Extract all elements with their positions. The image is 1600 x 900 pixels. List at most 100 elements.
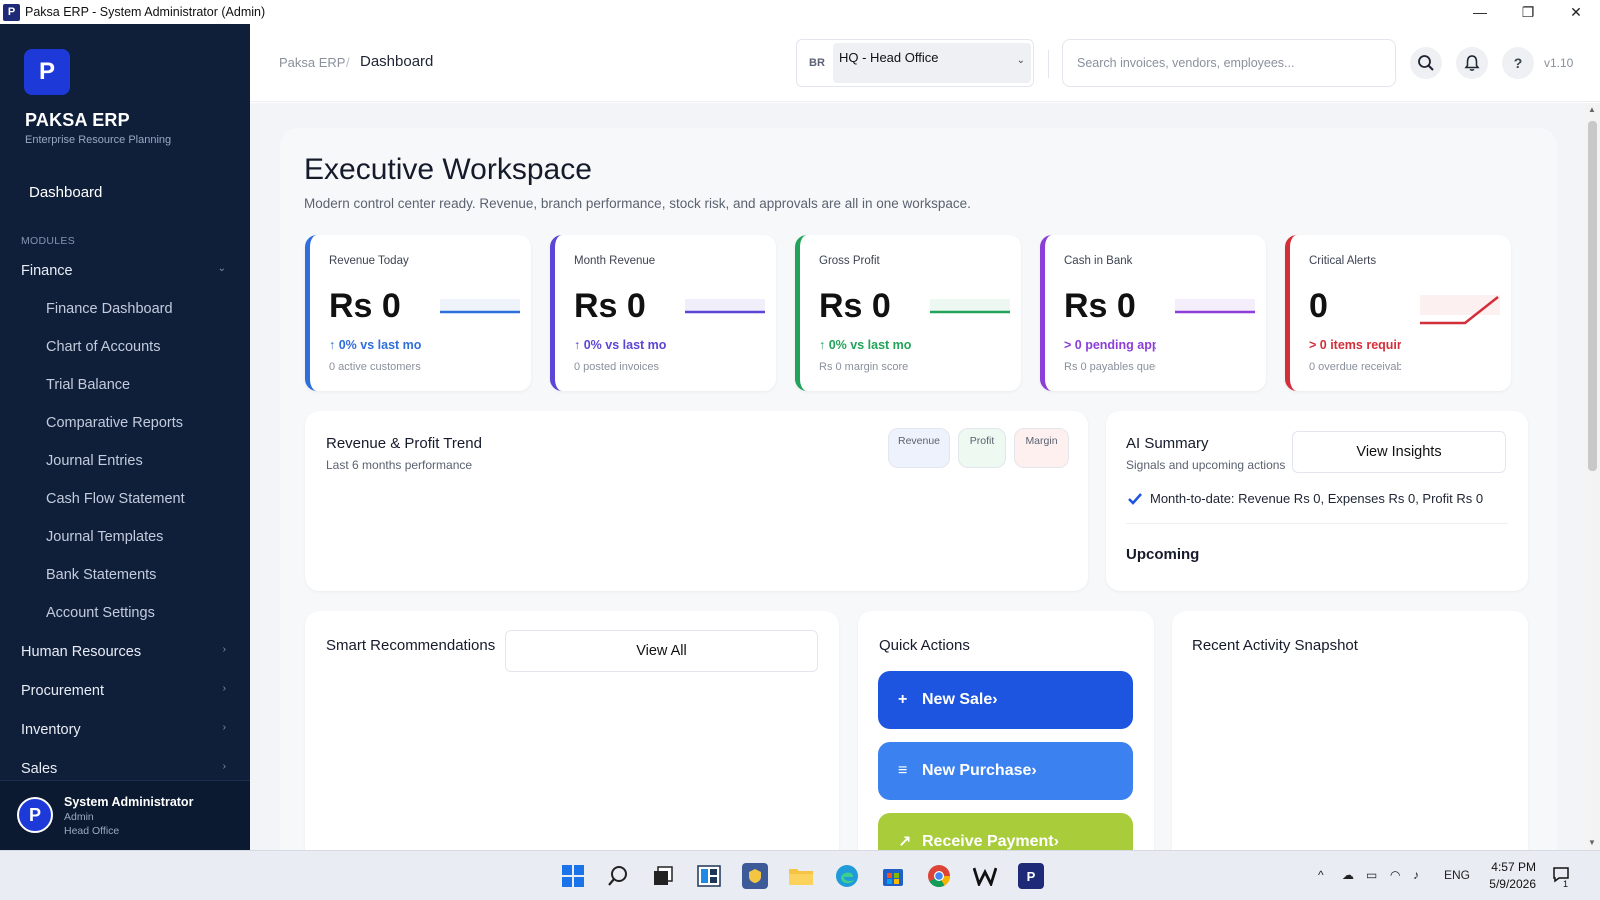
receive-payment-button[interactable]: ↗ Receive Payment› <box>878 813 1133 850</box>
sidebar-item-chart-of-accounts[interactable]: Chart of Accounts <box>46 339 160 355</box>
message-glyph <box>1553 867 1569 883</box>
sidebar-item-journal-entries[interactable]: Journal Entries <box>46 453 143 469</box>
chevron-right-icon: › <box>222 644 226 655</box>
w-glyph <box>973 867 997 886</box>
sidebar-item-dashboard[interactable]: Dashboard <box>29 184 102 201</box>
minimize-button[interactable]: — <box>1456 0 1504 24</box>
notifications-button[interactable] <box>1456 47 1488 79</box>
sidebar-item-trial-balance[interactable]: Trial Balance <box>46 377 130 393</box>
windows-start-icon[interactable] <box>560 863 586 889</box>
kpi-card-gross-profit[interactable]: Gross Profit Rs 0 ↑ 0% vs last month Rs … <box>795 235 1021 391</box>
chrome-browser-icon[interactable] <box>926 863 952 889</box>
kpi-label: Cash in Bank <box>1064 255 1133 267</box>
quick-actions-card: Quick Actions + New Sale› ≡ New Purchase… <box>858 611 1154 850</box>
kpi-value: Rs 0 <box>329 287 401 325</box>
user-profile[interactable]: P System Administrator Admin Head Office <box>0 780 250 850</box>
language-indicator[interactable]: ENG <box>1444 868 1470 882</box>
main-scrollbar[interactable]: ▲ ▼ <box>1585 103 1600 850</box>
sidebar-section-label: Inventory <box>21 722 81 738</box>
clock-time[interactable]: 4:57 PM <box>1488 860 1536 874</box>
help-button[interactable]: ? <box>1502 47 1534 79</box>
legend-revenue[interactable]: Revenue <box>888 428 950 468</box>
chrome-glyph <box>928 865 950 887</box>
paksa-erp-taskbar-icon[interactable]: P <box>1018 863 1044 889</box>
view-insights-button[interactable]: View Insights <box>1292 431 1506 473</box>
tray-chevron-up-icon[interactable]: ^ <box>1318 868 1324 882</box>
sidebar-section-human-resources[interactable]: Human Resources › <box>21 644 226 660</box>
main-content: Executive Workspace Modern control cente… <box>250 103 1585 850</box>
kpi-delta: ↑ 0% vs last month <box>329 338 421 352</box>
view-all-button[interactable]: View All <box>505 630 818 672</box>
kpi-note: 0 overdue receivables <box>1309 361 1401 373</box>
sidebar-item-bank-statements[interactable]: Bank Statements <box>46 567 156 583</box>
legend-profit[interactable]: Profit <box>958 428 1006 468</box>
widgets-icon[interactable] <box>696 863 722 889</box>
kpi-delta: ↑ 0% vs last month <box>574 338 666 352</box>
edge-browser-icon[interactable] <box>834 863 860 889</box>
brand-logo[interactable]: P <box>24 49 70 95</box>
notification-center-icon[interactable] <box>1552 865 1572 888</box>
app-shield-icon[interactable] <box>742 863 768 889</box>
sidebar-item-journal-templates[interactable]: Journal Templates <box>46 529 163 545</box>
os-taskbar: P ^ ☁ ▭ ◠ ♪ ENG 4:57 PM 5/9/2026 1 <box>0 850 1600 900</box>
task-view-glyph <box>654 866 673 885</box>
breadcrumb-separator: / <box>346 55 350 70</box>
search-placeholder: Search invoices, vendors, employees... <box>1077 56 1295 70</box>
clock-date[interactable]: 5/9/2026 <box>1478 877 1536 891</box>
window-controls: — ❐ ✕ <box>1456 0 1600 24</box>
new-sale-button[interactable]: + New Sale› <box>878 671 1133 729</box>
search-button[interactable] <box>1410 47 1442 79</box>
cloud-icon[interactable]: ☁ <box>1342 868 1354 882</box>
sidebar-item-comparative-reports[interactable]: Comparative Reports <box>46 415 183 431</box>
sidebar-section-label: Sales <box>21 761 58 777</box>
notification-count: 1 <box>1563 879 1569 889</box>
battery-icon[interactable]: ▭ <box>1366 868 1377 882</box>
kpi-label: Revenue Today <box>329 255 409 267</box>
sidebar-section-procurement[interactable]: Procurement › <box>21 683 226 699</box>
new-purchase-button[interactable]: ≡ New Purchase› <box>878 742 1133 800</box>
store-icon[interactable] <box>880 863 906 889</box>
kpi-card-revenue-today[interactable]: Revenue Today Rs 0 ↑ 0% vs last month 0 … <box>305 235 531 391</box>
branch-select[interactable]: HQ - Head Office ⌄ <box>833 43 1031 83</box>
recent-activity-title: Recent Activity Snapshot <box>1192 637 1358 654</box>
wps-app-icon[interactable] <box>972 863 998 889</box>
kpi-card-cash-in-bank[interactable]: Cash in Bank Rs 0 > 0 pending approvals … <box>1040 235 1266 391</box>
wifi-icon[interactable]: ◠ <box>1390 868 1400 882</box>
legend-margin[interactable]: Margin <box>1014 428 1069 468</box>
scroll-thumb[interactable] <box>1588 121 1597 471</box>
kpi-delta: ↑ 0% vs last month <box>819 338 911 352</box>
window-titlebar: P Paksa ERP - System Administrator (Admi… <box>0 0 1600 24</box>
scroll-down-icon[interactable]: ▼ <box>1588 838 1596 847</box>
breadcrumb-root[interactable]: Paksa ERP <box>279 55 345 70</box>
user-role: Admin <box>64 811 94 823</box>
sidebar-section-finance[interactable]: Finance ⌄ <box>21 263 226 279</box>
kpi-value: Rs 0 <box>819 287 891 325</box>
sidebar-section-sales[interactable]: Sales › <box>21 761 226 777</box>
sidebar-item-account-settings[interactable]: Account Settings <box>46 605 155 621</box>
widgets-glyph <box>697 865 721 887</box>
taskbar-search-icon[interactable] <box>605 863 631 889</box>
scroll-up-icon[interactable]: ▲ <box>1588 105 1596 114</box>
kpi-card-critical-alerts[interactable]: Critical Alerts 0 > 0 items require acti… <box>1285 235 1511 391</box>
user-name: System Administrator <box>64 795 194 809</box>
chevron-down-icon: ⌄ <box>217 263 226 274</box>
page-subtitle: Modern control center ready. Revenue, br… <box>304 196 971 211</box>
sidebar-section-inventory[interactable]: Inventory › <box>21 722 226 738</box>
modules-heading: MODULES <box>21 235 76 247</box>
kpi-note: Rs 0 margin score <box>819 361 909 373</box>
task-view-icon[interactable] <box>650 863 676 889</box>
close-button[interactable]: ✕ <box>1552 0 1600 24</box>
kpi-value: Rs 0 <box>574 287 646 325</box>
app-icon: P <box>3 3 20 21</box>
kpi-card-month-revenue[interactable]: Month Revenue Rs 0 ↑ 0% vs last month 0 … <box>550 235 776 391</box>
sidebar-item-finance-dashboard[interactable]: Finance Dashboard <box>46 301 173 317</box>
search-input[interactable]: Search invoices, vendors, employees... <box>1062 39 1396 87</box>
page-title: Executive Workspace <box>304 153 592 186</box>
maximize-button[interactable]: ❐ <box>1504 0 1552 24</box>
brand-tagline: Enterprise Resource Planning <box>25 134 172 146</box>
sidebar-item-cash-flow-statement[interactable]: Cash Flow Statement <box>46 491 185 507</box>
windows-logo <box>562 865 584 887</box>
file-explorer-icon[interactable] <box>788 863 814 889</box>
chevron-down-icon: ⌄ <box>1016 55 1025 66</box>
volume-icon[interactable]: ♪ <box>1413 868 1419 882</box>
